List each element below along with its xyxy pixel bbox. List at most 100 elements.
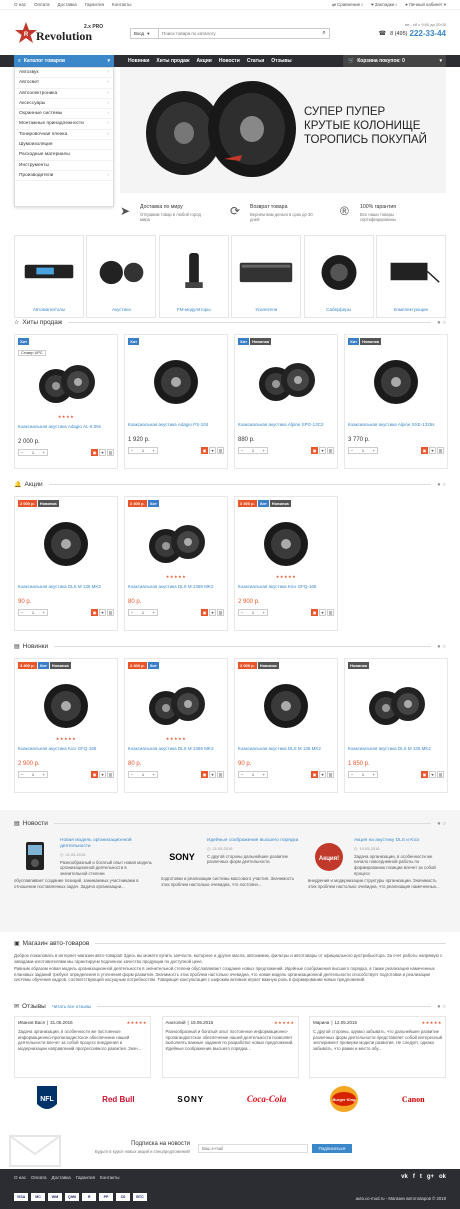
compare-link[interactable]: Сравнение — [337, 2, 360, 7]
nfl-logo[interactable]: NFL — [35, 1084, 59, 1114]
ok-icon[interactable]: ok — [439, 1174, 446, 1180]
cart-icon[interactable]: ▣ — [311, 609, 318, 616]
minus-icon[interactable]: − — [131, 772, 133, 777]
bookmarks-link[interactable]: Закладки — [375, 2, 394, 7]
subscribe-button[interactable]: Подписаться — [312, 1144, 352, 1153]
product-name[interactable]: Коаксиальная акустика Adagio PS-104 — [128, 422, 224, 434]
top-link[interactable]: Оплата — [34, 2, 49, 7]
catalog-menu-item[interactable]: Тонировочная пленка — [15, 130, 113, 140]
quantity-stepper[interactable]: −1 + — [238, 609, 268, 616]
catalog-menu-item[interactable]: Аксессуары — [15, 99, 113, 109]
quantity-stepper[interactable]: −1 + — [128, 447, 158, 454]
carousel-dots[interactable]: ● ○ — [437, 821, 446, 827]
minus-icon[interactable]: − — [241, 772, 243, 777]
footer-link[interactable]: О нас — [14, 1175, 26, 1180]
quantity-stepper[interactable]: −1 + — [18, 609, 48, 616]
product-name[interactable]: Коаксиальная акустика DLS M 136 MK2 — [18, 584, 114, 596]
heart-icon[interactable]: ♥ — [319, 447, 326, 454]
f-icon[interactable]: f — [413, 1174, 415, 1180]
carousel-dots[interactable]: ● ○ — [437, 644, 446, 650]
phone-number[interactable]: 222-33-44 — [410, 29, 446, 38]
account-link[interactable]: Личный кабинет — [409, 2, 443, 7]
cart-icon[interactable]: ▣ — [201, 447, 208, 454]
compare-icon[interactable]: ▥ — [437, 447, 444, 454]
minus-icon[interactable]: − — [241, 448, 243, 453]
burgerking-logo[interactable]: Burger King — [329, 1084, 359, 1114]
compare-icon[interactable]: ▥ — [107, 449, 114, 456]
news-title[interactable]: Идейные соображения высшего порядка — [207, 838, 299, 844]
carousel-dots[interactable]: ● ○ — [437, 320, 446, 326]
cart-icon[interactable]: ▣ — [91, 609, 98, 616]
plus-icon[interactable]: + — [153, 772, 155, 777]
search-icon[interactable]: ⌕ — [319, 30, 329, 37]
nav-item-sales[interactable]: Акции — [197, 58, 212, 64]
cart-icon[interactable]: ▣ — [91, 449, 98, 456]
product-name[interactable]: Коаксиальная акустика Adagio AL-6.05s — [18, 424, 114, 436]
product-card[interactable]: 2 400 р. Хит ★★★★★ Коаксиальная акустика DL… — [124, 496, 228, 631]
plus-icon[interactable]: + — [373, 772, 375, 777]
minus-icon[interactable]: − — [21, 610, 23, 615]
quantity-stepper[interactable]: −1 + — [128, 771, 158, 778]
category-card[interactable]: Акустика — [86, 235, 157, 318]
catalog-menu-item[interactable]: Инструменты — [15, 161, 113, 171]
heart-icon[interactable]: ♥ — [99, 771, 106, 778]
news-title[interactable]: Новая модель организационной деятельност… — [60, 838, 152, 850]
quantity-stepper[interactable]: −1 + — [238, 447, 268, 454]
heart-icon[interactable]: ♥ — [429, 447, 436, 454]
cart-icon[interactable]: ▣ — [201, 771, 208, 778]
quantity-stepper[interactable]: −1 + — [238, 771, 268, 778]
heart-icon[interactable]: ♥ — [319, 609, 326, 616]
news-item[interactable]: SONY Идейные соображения высшего порядка ◷… — [161, 838, 299, 887]
heart-icon[interactable]: ♥ — [371, 2, 374, 7]
plus-icon[interactable]: + — [43, 772, 45, 777]
redbull-logo[interactable]: Red Bull — [102, 1095, 134, 1104]
compare-icon[interactable]: ▥ — [327, 771, 334, 778]
cart-icon[interactable]: ▣ — [311, 447, 318, 454]
product-card[interactable]: 2 000 р. Новинка Коаксиальная акустика DLS… — [14, 496, 118, 631]
product-name[interactable]: Коаксиальная акустика DLS M 1369 MK2 — [128, 584, 224, 596]
catalog-menu-item[interactable]: Автозвук — [15, 68, 113, 79]
top-link[interactable]: Гарантия — [85, 2, 104, 7]
product-name[interactable]: Коаксиальная акустика DLS M 1369 MK2 — [128, 746, 224, 758]
quantity-stepper[interactable]: −1 + — [18, 449, 48, 456]
vk-icon[interactable]: vk — [401, 1174, 408, 1180]
category-card[interactable]: Автомагнитолы — [14, 235, 84, 318]
email-field[interactable] — [198, 1144, 308, 1153]
plus-icon[interactable]: + — [263, 610, 265, 615]
top-link[interactable]: Доставка — [57, 2, 76, 7]
category-card[interactable]: Усилители — [231, 235, 302, 318]
minus-icon[interactable]: − — [21, 450, 23, 455]
compare-icon[interactable]: ▥ — [327, 609, 334, 616]
plus-icon[interactable]: + — [263, 772, 265, 777]
heart-icon[interactable]: ♥ — [99, 449, 106, 456]
product-card[interactable]: Хит Новинка Коаксиальная акустика Alpine S… — [234, 334, 338, 469]
compare-icon[interactable]: ⇄ — [332, 2, 336, 8]
plus-icon[interactable]: + — [43, 450, 45, 455]
product-card[interactable]: 2 400 р. Хит ★★★★★ Коаксиальная акустика DL… — [124, 658, 228, 793]
plus-icon[interactable]: + — [43, 610, 45, 615]
cart-icon[interactable]: ▣ — [421, 447, 428, 454]
product-card[interactable]: 2 000 р. Новинка Коаксиальная акустика DLS… — [234, 658, 338, 793]
compare-icon[interactable]: ▥ — [327, 447, 334, 454]
plus-icon[interactable]: + — [373, 448, 375, 453]
compare-icon[interactable]: ▥ — [437, 771, 444, 778]
carousel-dots[interactable]: ● ○ — [437, 482, 446, 488]
compare-icon[interactable]: ▥ — [107, 771, 114, 778]
carousel-dots[interactable]: ● ○ — [437, 1004, 446, 1010]
plus-icon[interactable]: + — [263, 448, 265, 453]
all-reviews-link[interactable]: Читать все отзывы — [52, 1004, 91, 1009]
category-card[interactable]: Комплектующие — [375, 235, 446, 318]
nav-item-hits[interactable]: Хиты продаж — [156, 58, 189, 64]
product-name[interactable]: Коаксиальная акустика Alpine SXE-1325s — [348, 422, 444, 434]
footer-link[interactable]: Доставка — [51, 1175, 70, 1180]
cart-icon[interactable]: ▣ — [91, 771, 98, 778]
product-card[interactable]: Хит Новинка Коаксиальная акустика Alpine S… — [344, 334, 448, 469]
quantity-stepper[interactable]: −1 + — [348, 771, 378, 778]
footer-link[interactable]: Оплата — [31, 1175, 46, 1180]
top-link[interactable]: Контакты — [112, 2, 131, 7]
top-link[interactable]: О нас — [14, 2, 26, 7]
cart-icon[interactable]: ▣ — [201, 609, 208, 616]
news-item[interactable]: Акция! Акция на акустику DLS и Kicx ◷ 10.05… — [308, 838, 446, 889]
product-card[interactable]: 3 400 р. Хит Новинка ★★★★★ Коаксиальная акус… — [234, 496, 338, 631]
news-item[interactable]: Новая модель организационной деятельност… — [14, 838, 152, 890]
